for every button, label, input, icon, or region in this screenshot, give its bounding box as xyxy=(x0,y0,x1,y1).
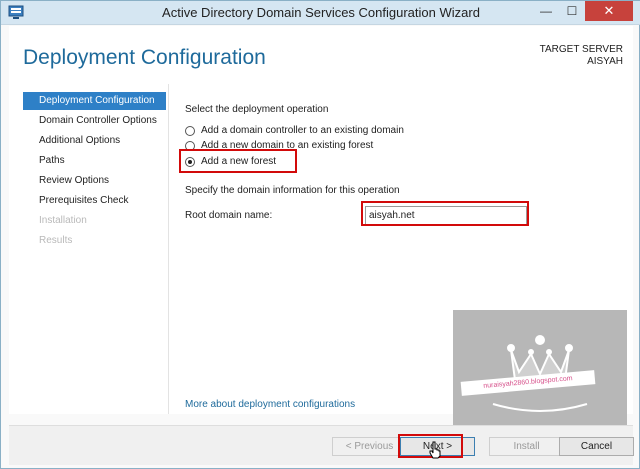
minimize-button[interactable]: — xyxy=(533,1,559,21)
nav-item-results: Results xyxy=(39,235,73,246)
nav-item-review-options[interactable]: Review Options xyxy=(23,172,166,190)
highlight-box-root-domain xyxy=(361,201,529,226)
nav-item-installation: Installation xyxy=(39,215,87,226)
specify-domain-label: Specify the domain information for this … xyxy=(185,185,400,196)
nav-item-deployment-configuration[interactable]: Deployment Configuration xyxy=(23,92,166,110)
previous-button[interactable]: < Previous xyxy=(332,437,407,456)
install-button[interactable]: Install xyxy=(489,437,564,456)
nav-item-prerequisites-check[interactable]: Prerequisites Check xyxy=(23,192,166,210)
target-server-label: TARGET SERVER xyxy=(539,44,623,55)
radio-button[interactable] xyxy=(185,126,195,136)
wizard-window: Active Directory Domain Services Configu… xyxy=(0,0,640,469)
title-bar[interactable]: Active Directory Domain Services Configu… xyxy=(1,1,640,25)
cancel-button[interactable]: Cancel xyxy=(559,437,634,456)
root-domain-label: Root domain name: xyxy=(185,210,273,221)
select-operation-label: Select the deployment operation xyxy=(185,104,329,115)
close-button[interactable]: ✕ xyxy=(585,1,633,21)
wizard-header: Deployment Configuration TARGET SERVER A… xyxy=(9,26,633,84)
nav-item-additional-options[interactable]: Additional Options xyxy=(23,132,166,150)
radio-add-dc-existing-domain[interactable]: Add a domain controller to an existing d… xyxy=(185,124,404,138)
nav-item-domain-controller-options[interactable]: Domain Controller Options xyxy=(23,112,166,130)
more-about-deployment-link[interactable]: More about deployment configurations xyxy=(185,399,355,410)
hand-cursor-icon xyxy=(429,441,441,459)
page-title: Deployment Configuration xyxy=(23,46,266,69)
highlight-box-new-forest xyxy=(179,149,297,173)
watermark-image: nuraisyah2860.blogspot.com xyxy=(453,310,627,428)
radio-label: Add a domain controller to an existing d… xyxy=(201,125,404,136)
target-server: TARGET SERVER AISYAH xyxy=(540,44,623,68)
maximize-button[interactable]: ☐ xyxy=(559,1,585,21)
target-server-name: AISYAH xyxy=(587,56,623,67)
nav-item-paths[interactable]: Paths xyxy=(23,152,166,170)
crown-icon xyxy=(492,335,588,412)
wizard-nav: Deployment Configuration Domain Controll… xyxy=(9,84,169,414)
